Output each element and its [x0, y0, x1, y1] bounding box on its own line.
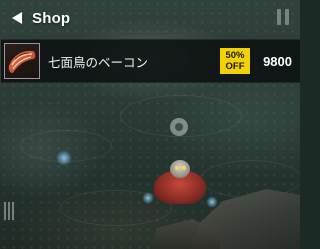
item-price: 9800	[263, 53, 292, 69]
glow-sparkle	[56, 150, 72, 166]
monster-alert-icon	[170, 118, 188, 136]
discount-off: OFF	[225, 61, 245, 72]
hud-bar	[4, 202, 6, 220]
item-name: 七面鳥のベーコン	[48, 54, 149, 70]
bacon-icon	[4, 43, 40, 79]
shop-item-row[interactable]: 七面鳥のベーコン 50% OFF 9800	[1, 39, 300, 83]
back-arrow-icon[interactable]	[10, 9, 24, 27]
bacon-illustration	[8, 50, 36, 73]
discount-badge: 50% OFF	[220, 48, 250, 74]
game-scene-background	[0, 0, 300, 249]
monster-character	[146, 156, 214, 208]
monster-eye	[175, 166, 179, 170]
page-title: Shop	[32, 9, 71, 27]
back-arrow-glyph	[12, 12, 22, 24]
monster-head	[170, 160, 190, 178]
hud-bar	[8, 202, 10, 220]
shop-header: Shop	[0, 0, 300, 36]
discount-percent: 50%	[225, 50, 245, 61]
hud-side-handle[interactable]	[4, 202, 14, 220]
hud-bar	[12, 202, 14, 220]
monster-eye	[182, 166, 186, 170]
